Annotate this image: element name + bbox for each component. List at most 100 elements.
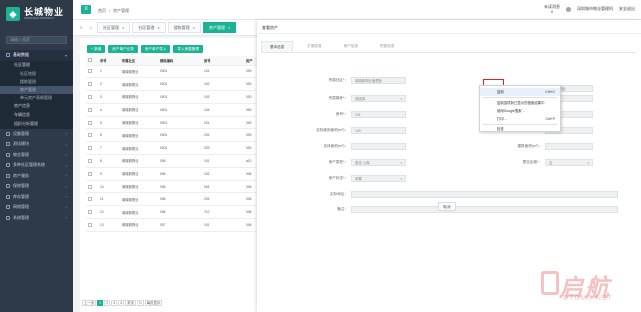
batch-import-button[interactable]: 导入房屋管理 <box>173 45 203 53</box>
page-2[interactable]: 2 <box>104 300 111 306</box>
sidebar-item-building[interactable]: 楼栋管理 <box>0 78 73 86</box>
form-input[interactable] <box>351 206 618 213</box>
table-cell: 0001 <box>158 116 202 130</box>
form-input[interactable]: 101 <box>351 111 406 118</box>
form-label: 是否出租*： <box>522 160 542 164</box>
form-input[interactable] <box>545 143 593 150</box>
row-checkbox[interactable] <box>86 128 98 143</box>
tab-basic-info[interactable]: 基本信息 <box>261 41 294 52</box>
page-size-select[interactable]: 每页显示 <box>144 300 163 306</box>
sidebar-item-multi[interactable]: 多种社区管理系统 ‹ <box>0 160 73 171</box>
chevron-down-icon: ▾ <box>400 97 402 101</box>
menu-item-inspect[interactable]: 检查 <box>480 125 560 133</box>
row-checkbox[interactable] <box>86 141 98 156</box>
row-checkbox[interactable] <box>86 116 98 130</box>
page-3[interactable]: 3 <box>111 300 118 306</box>
sidebar-item-property-info[interactable]: 房产信息 <box>0 102 73 111</box>
user-name[interactable]: 深圳城市物业管理科 <box>577 6 613 12</box>
row-checkbox[interactable] <box>86 192 98 207</box>
menu-item-print[interactable]: 打印... Ctrl+P <box>480 115 560 123</box>
sidebar-item-org[interactable]: 组织分析管理 <box>0 120 73 129</box>
page-1[interactable]: 1 <box>97 300 104 306</box>
form-select[interactable]: 闲置 ▾ <box>351 175 406 182</box>
sidebar-item-test[interactable]: 测试模块 ‹ <box>0 139 73 150</box>
tab-property-info[interactable]: 房产信息 <box>336 41 366 52</box>
table-row[interactable]: 7 城城新物业 0001 203 000 <box>86 141 266 156</box>
import-button[interactable]: 房产单户导入 <box>140 45 171 53</box>
menu-item-copy-selection[interactable]: 复制选项到已显示的搜索结果中 <box>480 99 560 107</box>
table-row[interactable]: 10 城城新物业 006 204 006 <box>86 180 266 194</box>
row-checkbox[interactable] <box>86 77 98 92</box>
row-checkbox[interactable] <box>86 218 98 232</box>
table-row[interactable]: 4 城城新物业 0001 104 000 <box>86 103 266 117</box>
refresh-icon[interactable]: ↻ <box>136 300 144 306</box>
sidebar-search-input[interactable]: 请输入搜索 <box>6 36 67 44</box>
export-button[interactable]: 房产单户记录 <box>108 45 138 53</box>
form-select[interactable]: 请选择 ▾ <box>351 95 406 102</box>
sidebar-item-network[interactable]: 网络管理 ‹ <box>0 202 73 213</box>
last-page-button[interactable]: 末页 <box>125 300 136 306</box>
sidebar-item-repair[interactable]: 保修管理 ‹ <box>0 181 73 192</box>
table-row[interactable]: 13 城城新物业 007 101 006 <box>86 218 266 232</box>
sidebar-item-vehicle[interactable]: 车辆信息 <box>0 111 73 120</box>
form-input[interactable]: 100 <box>351 127 406 134</box>
home-tab-icon[interactable]: ⌂ <box>87 25 95 31</box>
sidebar-item-community-map[interactable]: 社区地图 <box>0 70 73 78</box>
table-row[interactable]: 5 城城新物业 0001 201 000 <box>86 116 266 130</box>
tab-extended-info[interactable]: 扩展信息 <box>299 41 329 52</box>
row-checkbox[interactable] <box>86 90 98 104</box>
sidebar-item-estate[interactable]: 物业管理 ‹ <box>0 150 73 161</box>
sidebar-item-device[interactable]: 设备管理 ‹ <box>0 129 73 140</box>
table-cell: 1 <box>98 65 120 79</box>
table-row[interactable]: 9 城城新物业 006 102 006 <box>86 167 266 181</box>
close-icon[interactable]: × <box>193 23 195 32</box>
sidebar-item-service[interactable]: 房产服务 ‹ <box>0 171 73 182</box>
prev-page-button[interactable]: 上一页 <box>82 300 97 306</box>
sidebar-item-property[interactable]: 房产管理 <box>0 85 73 94</box>
menu-item-copy[interactable]: 复制 Ctrl+C <box>480 88 560 96</box>
row-checkbox[interactable] <box>86 154 98 168</box>
table-row[interactable]: 12 城城新物业 006 710 006 <box>86 205 266 220</box>
tab-building[interactable]: 楼栋管理 × <box>167 22 202 33</box>
form-input[interactable]: 城城新物业管理处 <box>351 77 406 84</box>
close-icon[interactable]: × <box>157 23 159 32</box>
pagination: 上一页 1 2 3 4 末页 ↻ 每页显示 <box>82 300 163 306</box>
tab-community[interactable]: 社区管理 × <box>97 22 131 33</box>
add-button[interactable]: + 新增 <box>87 45 106 53</box>
row-checkbox[interactable] <box>86 205 98 220</box>
notice-button[interactable]: 未读消息 0 <box>544 4 560 14</box>
sidebar-item-basic-data[interactable]: 基础数据 ▾ <box>0 50 73 61</box>
form-input[interactable] <box>351 191 618 198</box>
table-row[interactable]: 3 城城新物业 0001 103 000 <box>86 90 266 104</box>
page-4[interactable]: 4 <box>118 300 125 306</box>
table-row[interactable]: 8 城城新物业 006 101 a10 <box>86 154 266 168</box>
sidebar-item-system[interactable]: 系统管理 ‹ <box>0 213 73 224</box>
tab-community-2[interactable]: 社区管理 × <box>132 22 166 33</box>
close-icon[interactable]: × <box>122 23 124 32</box>
sidebar-item-stock[interactable]: 库存管理 ‹ <box>0 192 73 203</box>
logout-link[interactable]: 安全退出 <box>619 6 635 12</box>
row-checkbox[interactable] <box>86 167 98 181</box>
table-cell: 204 <box>202 180 244 194</box>
menu-toggle-button[interactable]: ≡ <box>81 5 91 14</box>
tab-property[interactable]: 房产管理 × <box>203 22 237 33</box>
table-row[interactable]: 2 城城新物业 0001 102 000 <box>86 77 266 92</box>
row-checkbox[interactable] <box>86 65 98 79</box>
double-chevron-left-icon[interactable]: « <box>77 25 85 31</box>
table-row[interactable]: 1 城城新物业 0001 101 000 <box>86 65 266 79</box>
table-row[interactable]: 11 城城新物业 006 203 006 <box>86 192 266 207</box>
select-all-checkbox[interactable] <box>86 56 98 66</box>
close-icon[interactable]: × <box>228 23 230 32</box>
form-input[interactable] <box>351 143 406 150</box>
form-select[interactable]: 居住·公寓 ▾ <box>351 159 406 166</box>
breadcrumb-home[interactable]: 首页 <box>98 8 106 14</box>
cancel-button[interactable]: 取消 <box>438 202 456 211</box>
table-row[interactable]: 6 城城新物业 0001 202 000 <box>86 128 266 143</box>
row-checkbox[interactable] <box>86 103 98 117</box>
menu-item-google-search[interactable]: 使用Google搜索 '...' <box>480 107 560 115</box>
form-select[interactable]: 否 ▾ <box>545 159 593 166</box>
row-checkbox[interactable] <box>86 180 98 194</box>
sidebar-item-community[interactable]: 社区管理 <box>0 61 73 70</box>
sidebar-item-unit-table[interactable]: 单元房产表格管理 <box>0 94 73 102</box>
tab-attached-info[interactable]: 附属信息 <box>372 41 402 52</box>
